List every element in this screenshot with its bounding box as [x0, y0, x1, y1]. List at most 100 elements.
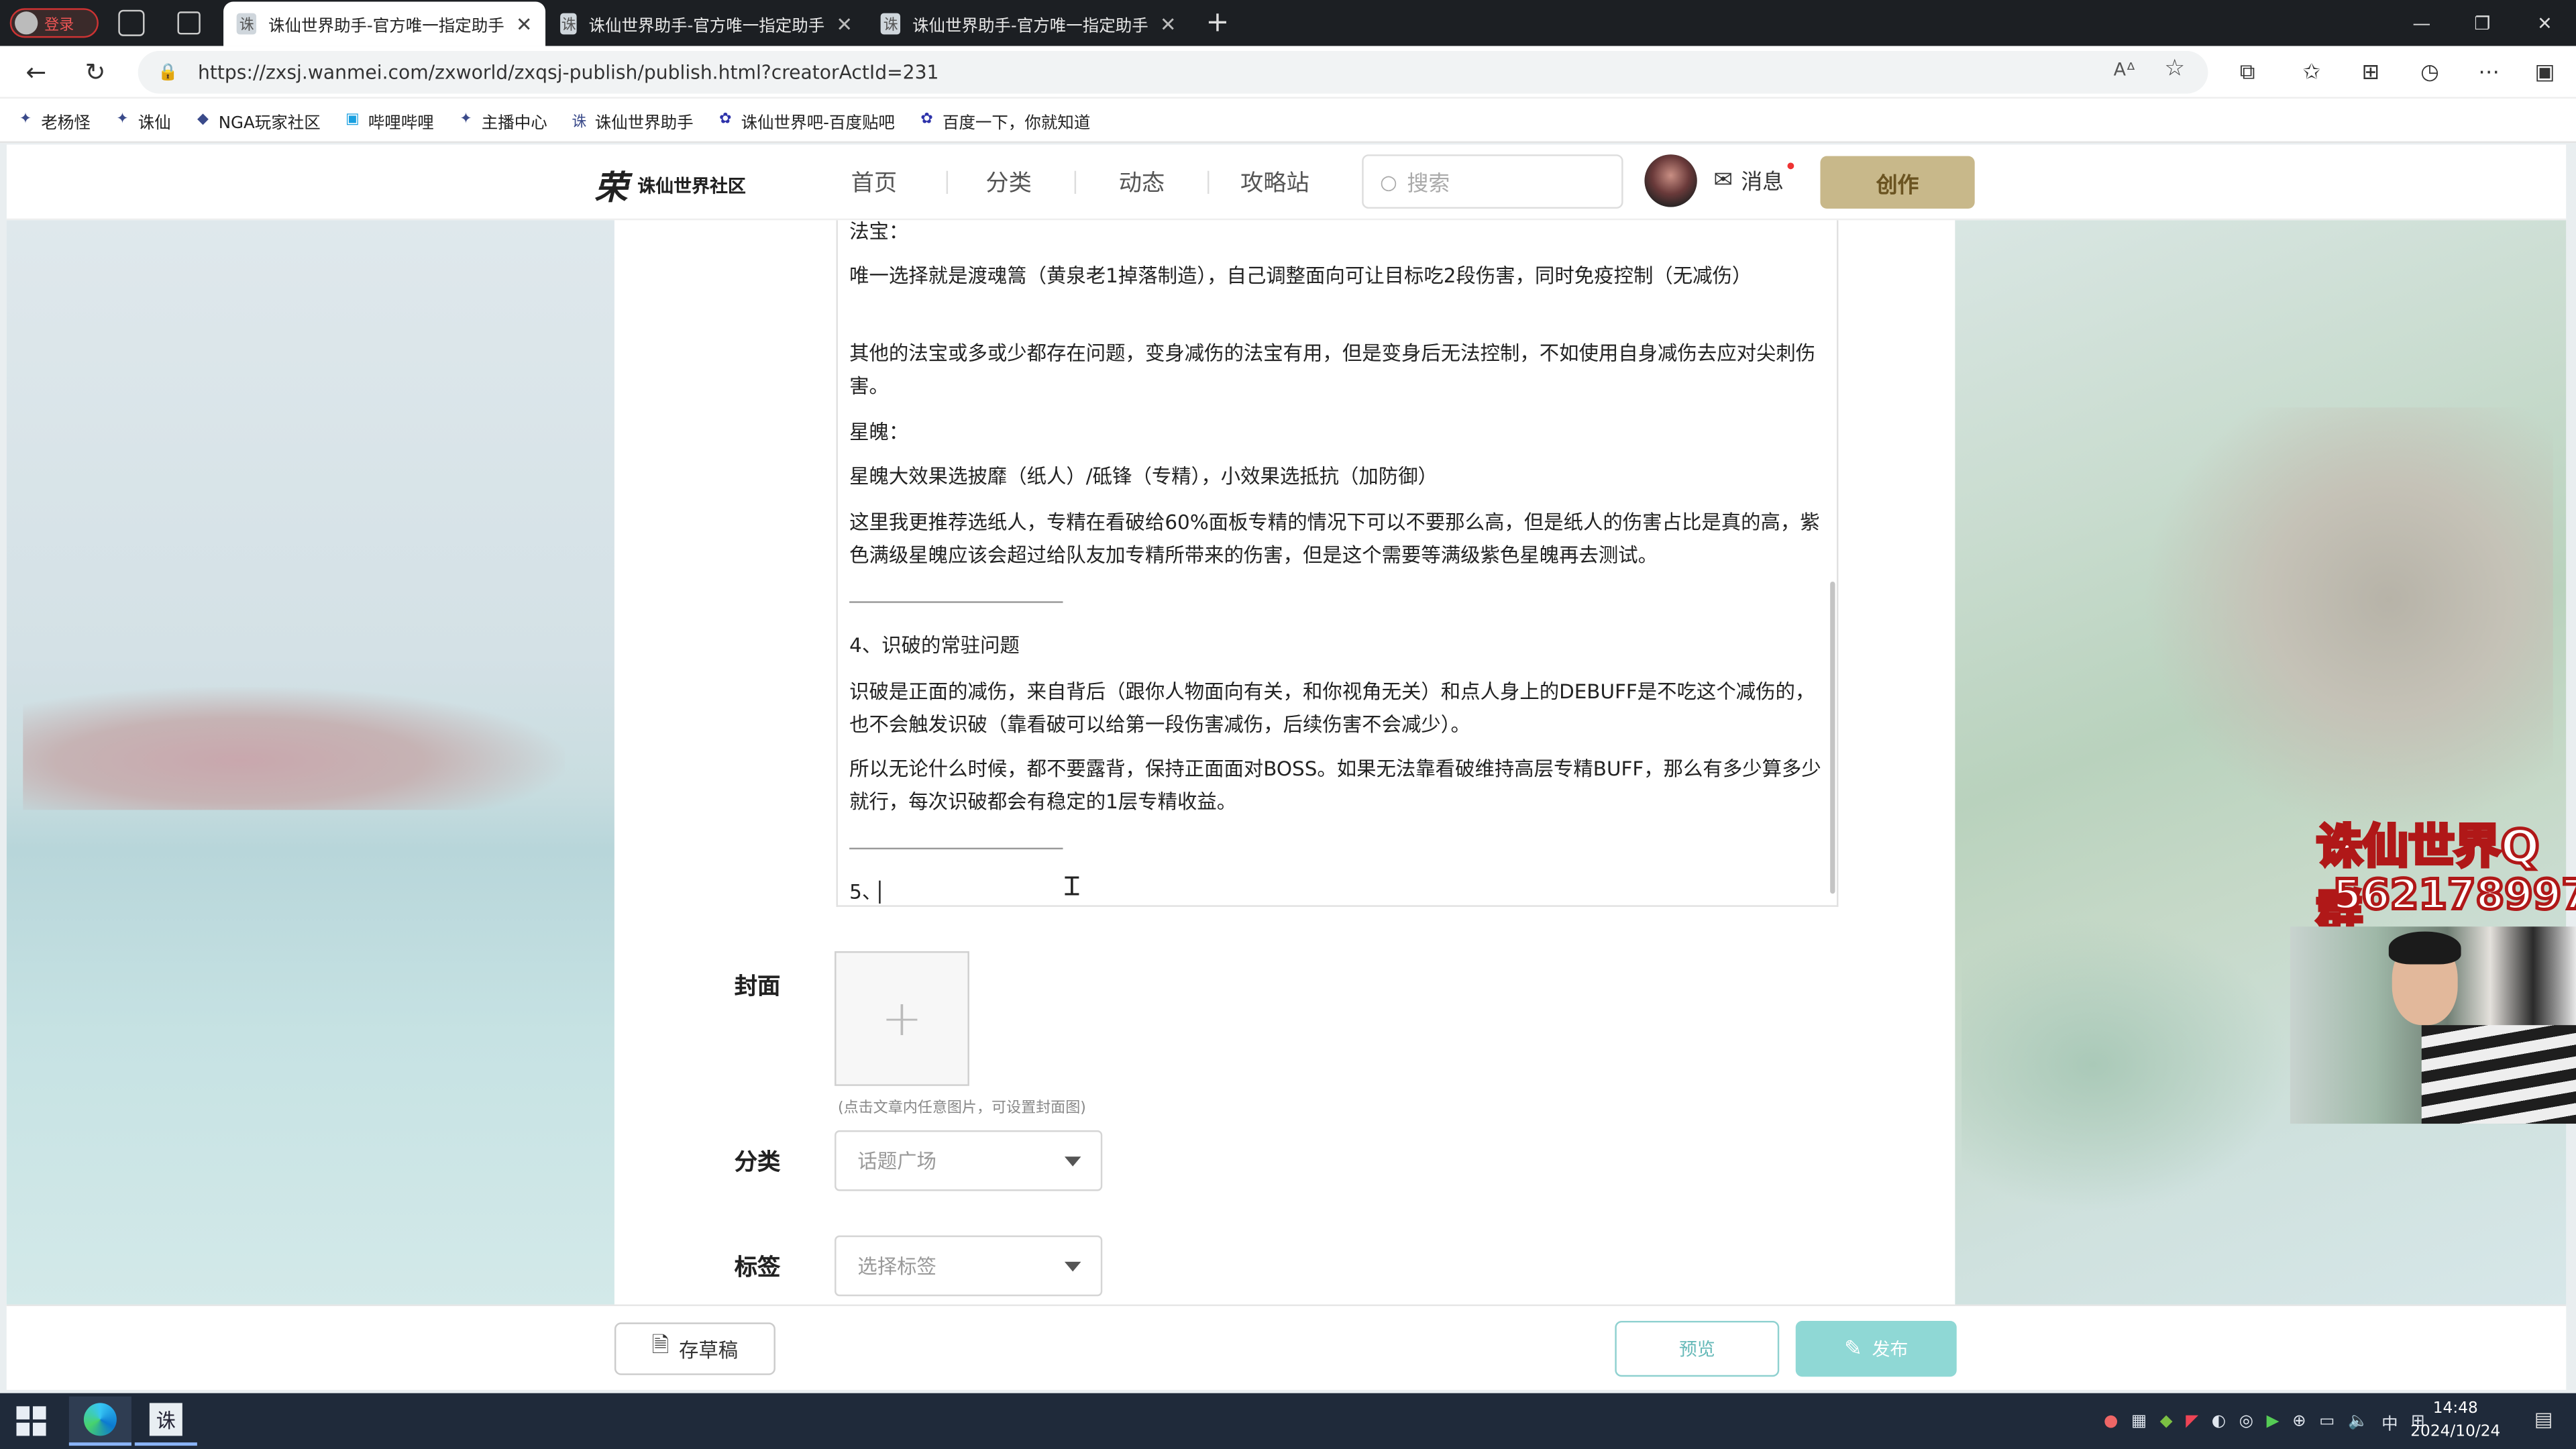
editor-divider [849, 847, 1063, 850]
sidebar-toggle-icon[interactable]: ▣ [2527, 54, 2563, 91]
tags-select[interactable]: 选择标签 [835, 1235, 1103, 1297]
bookmark-item[interactable]: ◆ NGA玩家社区 [194, 107, 321, 133]
url-field[interactable]: 🔒 https://zxsj.wanmei.com/zxworld/zxqsj-… [138, 50, 2208, 94]
favorites-icon[interactable]: ✩ [2294, 54, 2330, 91]
pen-icon: ✎ [1844, 1336, 1862, 1361]
new-tab-button[interactable]: + [1206, 7, 1230, 40]
nav-feed[interactable]: 动态 [1119, 166, 1165, 199]
windows-start-icon[interactable] [16, 1406, 46, 1436]
profile-label: 登录 [44, 17, 74, 34]
bilibili-icon: ▣ [345, 111, 360, 129]
taskbar-edge-app[interactable] [68, 1396, 131, 1446]
network-icon[interactable]: ▭ [2319, 1412, 2334, 1430]
background-water [1962, 916, 2290, 1213]
publish-label: 发布 [1872, 1338, 1909, 1360]
editor-paragraph: 星魄大效果选披靡（纸人）/砥锋（专精），小效果选抵抗（加防御） [849, 465, 1438, 488]
messages-label: 消息 [1741, 170, 1784, 196]
bookmark-item[interactable]: 诛诛仙世界助手 [570, 107, 693, 132]
profile-avatar-icon [15, 11, 38, 35]
favorite-star-icon[interactable]: ☆ [2164, 56, 2185, 82]
bookmark-item[interactable]: ✿ 百度一下，你就知道 [918, 107, 1090, 133]
profile-button[interactable]: 登录 [9, 8, 99, 38]
editor-paragraph: 5、 [849, 880, 882, 904]
collections-icon[interactable]: ⊞ [2353, 54, 2389, 91]
taskbar-zxsj-app[interactable]: 诛 [134, 1397, 197, 1446]
ibeam-cursor-icon: Ɪ [1064, 870, 1079, 902]
tray-app-icon[interactable]: ◐ [2212, 1412, 2226, 1430]
browser-tab-bar: 登录 诛 诛仙世界助手-官方唯一指定助手 ✕ 诛 诛仙世界助手-官方唯一指定助手… [0, 0, 2576, 46]
create-button[interactable]: 创作 [1820, 156, 1975, 209]
close-tab-icon[interactable]: ✕ [516, 12, 533, 35]
search-input[interactable]: ○ 搜索 [1362, 154, 1623, 209]
preview-button[interactable]: 预览 [1615, 1320, 1780, 1377]
editor-divider [849, 601, 1063, 603]
close-window-icon[interactable]: ✕ [2514, 0, 2576, 46]
draft-icon: 🗎 [651, 1334, 669, 1359]
refresh-icon[interactable]: ↻ [76, 52, 115, 92]
save-draft-button[interactable]: 🗎 存草稿 [614, 1322, 775, 1375]
draft-label: 存草稿 [678, 1338, 739, 1361]
close-tab-icon[interactable]: ✕ [1160, 12, 1177, 35]
tray-app-icon[interactable]: ◎ [2239, 1412, 2253, 1430]
workspaces-icon[interactable] [118, 9, 145, 36]
bookmark-item[interactable]: ▣ 哔哩哔哩 [343, 107, 434, 133]
extensions-icon[interactable]: ⧉ [2229, 54, 2265, 91]
nvidia-icon[interactable]: ◆ [2160, 1412, 2173, 1430]
nav-divider [946, 170, 949, 194]
publish-button[interactable]: ✎ 发布 [1795, 1320, 1957, 1377]
tray-app-icon[interactable]: ● [2104, 1412, 2118, 1430]
category-select[interactable]: 话题广场 [835, 1130, 1103, 1191]
nav-home[interactable]: 首页 [851, 166, 898, 199]
category-label: 分类 [734, 1150, 781, 1177]
more-menu-icon[interactable]: ⋯ [2471, 54, 2507, 91]
user-avatar[interactable] [1644, 154, 1697, 207]
back-icon[interactable]: ← [16, 52, 56, 92]
close-tab-icon[interactable]: ✕ [836, 12, 853, 35]
bookmark-item[interactable]: ✿ 诛仙世界吧-百度贴吧 [716, 107, 895, 133]
bookmark-item[interactable]: ✦ 主播中心 [457, 107, 547, 133]
nav-guides[interactable]: 攻略站 [1240, 166, 1309, 199]
tray-app-icon[interactable]: ▦ [2131, 1412, 2147, 1430]
url-text: https://zxsj.wanmei.com/zxworld/zxqsj-pu… [197, 60, 939, 84]
baidu-paw-icon: ✿ [719, 111, 732, 129]
volume-icon[interactable]: 🔈 [2348, 1412, 2368, 1430]
restore-icon[interactable]: ❐ [2451, 0, 2514, 46]
nav-category[interactable]: 分类 [985, 166, 1032, 199]
editor-paragraph: 识破是正面的减伤，来自背后（跟你人物面向有关，和你视角无关）和点人身上的DEBU… [849, 680, 1815, 735]
bookmark-item[interactable]: ✦ 诛仙 [113, 107, 171, 133]
site-header: 荣 诛仙世界社区 首页 分类 动态 攻略站 ○ 搜索 ✉ 消息 创作 [6, 144, 2567, 221]
tray-app-icon[interactable]: ▶ [2267, 1412, 2279, 1430]
tags-placeholder: 选择标签 [857, 1255, 936, 1279]
messages-link[interactable]: ✉ 消息 [1713, 164, 1784, 196]
editor-paragraph: 这里我更推荐选纸人，专精在看破给60%面板专精的情况下可以不要那么高，但是纸人的… [849, 511, 1820, 566]
read-aloud-icon[interactable]: Aᐞ [2114, 59, 2136, 80]
taskbar-clock[interactable]: 14:48 2024/10/24 [2410, 1398, 2500, 1444]
edge-browser-icon [83, 1403, 117, 1436]
tab-1[interactable]: 诛 诛仙世界助手-官方唯一指定助手 ✕ [223, 1, 546, 46]
tab-3[interactable]: 诛 诛仙世界助手-官方唯一指定助手 ✕ [867, 1, 1189, 46]
bookmark-favicon-icon: ◆ [197, 111, 209, 129]
editor-paragraph: 唯一选择就是渡魂篙（黄泉老1掉落制造），自己调整面向可让目标吃2段伤害，同时免疫… [849, 264, 1752, 288]
ime-indicator[interactable]: 中 [2381, 1409, 2398, 1434]
cover-upload[interactable]: + [835, 951, 969, 1086]
tab-2[interactable]: 诛 诛仙世界助手-官方唯一指定助手 ✕ [547, 1, 866, 46]
bookmark-favicon-icon: ✦ [19, 111, 32, 129]
tray-app-icon[interactable]: ⊕ [2292, 1412, 2306, 1430]
background-cliff [2142, 407, 2553, 835]
site-favicon-icon: 诛 [236, 13, 257, 35]
history-icon[interactable]: ◷ [2412, 54, 2448, 91]
tray-app-icon[interactable]: ◤ [2186, 1412, 2198, 1430]
notification-icon[interactable]: ▤ [2534, 1408, 2553, 1431]
dropdown-caret-icon [1064, 1261, 1081, 1272]
clock-time: 14:48 [2432, 1399, 2478, 1418]
editor-scrollbar[interactable] [1830, 581, 1835, 894]
site-logo[interactable]: 荣 诛仙世界社区 [595, 161, 746, 209]
address-toolbar: ← ↻ 🔒 https://zxsj.wanmei.com/zxworld/zx… [0, 46, 2576, 99]
text-caret [879, 880, 881, 904]
webcam-shirt [2421, 1025, 2576, 1124]
bookmark-item[interactable]: ✦ 老杨怪 [16, 107, 91, 133]
minimize-icon[interactable]: — [2390, 0, 2453, 46]
editor-paragraph: 星魄： [849, 420, 909, 444]
tab-actions-icon[interactable] [177, 11, 201, 35]
notification-dot [1787, 162, 1794, 170]
